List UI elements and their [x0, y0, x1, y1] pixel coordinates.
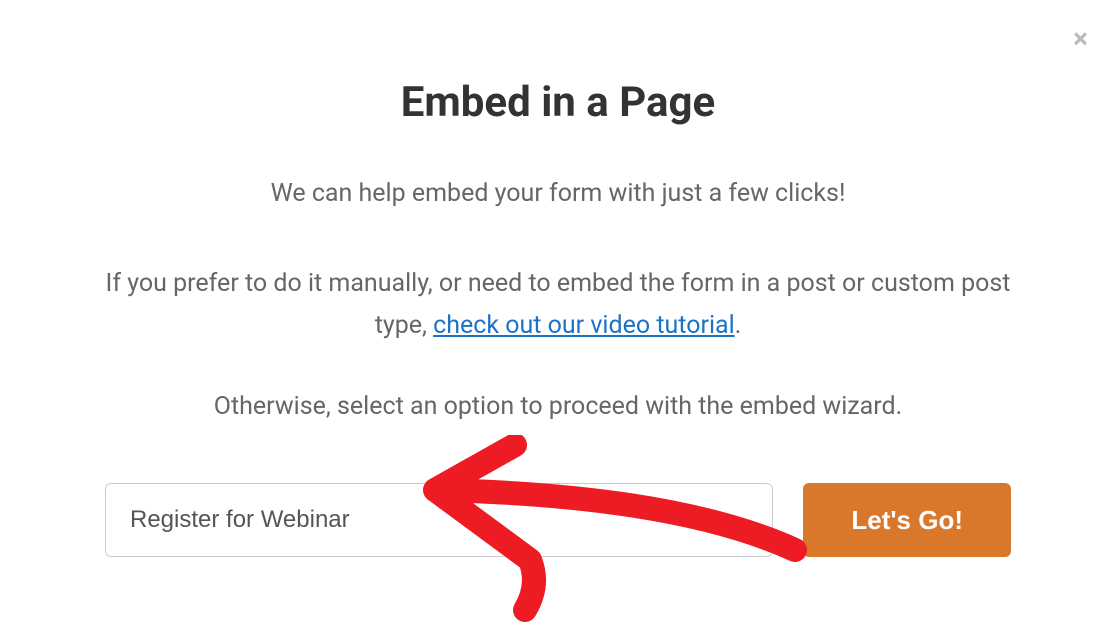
close-icon[interactable]: ×	[1073, 25, 1088, 53]
lets-go-button[interactable]: Let's Go!	[803, 483, 1011, 557]
paragraph-text-post: .	[735, 311, 742, 340]
modal-paragraph-1: If you prefer to do it manually, or need…	[80, 263, 1036, 348]
modal-paragraph-2: Otherwise, select an option to proceed w…	[80, 386, 1036, 429]
embed-form-row: Let's Go!	[80, 483, 1036, 557]
video-tutorial-link[interactable]: check out our video tutorial	[433, 311, 735, 340]
page-name-input[interactable]	[105, 483, 773, 557]
embed-modal: × Embed in a Page We can help embed your…	[0, 0, 1116, 617]
modal-subtitle: We can help embed your form with just a …	[80, 175, 1036, 213]
modal-title: Embed in a Page	[80, 78, 1036, 127]
